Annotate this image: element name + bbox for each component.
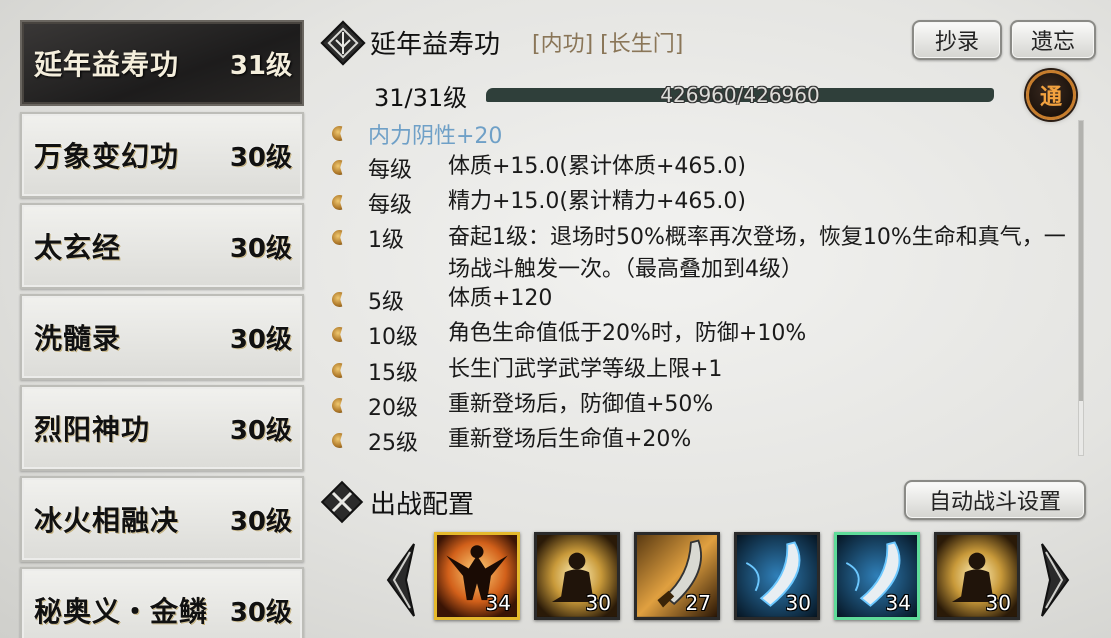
effect-key: 10级: [368, 325, 418, 350]
skill-level: 31级: [229, 50, 292, 81]
exp-bar: 426960/426960: [486, 83, 994, 107]
skill-name: 洗髓录: [34, 322, 122, 355]
forget-button[interactable]: 遗忘: [1010, 20, 1096, 60]
skill-item-4[interactable]: 烈阳神功 30级: [20, 385, 304, 471]
battle-slot-4[interactable]: 34: [834, 532, 920, 620]
skill-name: 秘奥义・金鳞: [34, 595, 209, 628]
copy-button[interactable]: 抄录: [912, 20, 1002, 60]
skill-item-6[interactable]: 秘奥义・金鳞 30级: [20, 567, 304, 638]
arrow-left-icon[interactable]: [380, 540, 420, 620]
effect-key: 25级: [368, 431, 418, 456]
arrow-right-icon[interactable]: [1036, 540, 1076, 620]
slot-count: 34: [885, 591, 911, 615]
battle-slot-3[interactable]: 30: [734, 532, 820, 620]
effect-value: 奋起1级：退场时50%概率再次登场，恢复10%生命和真气，一场战斗触发一次。（最…: [448, 225, 1066, 282]
effects-scrollbar[interactable]: [1078, 120, 1084, 456]
skill-level: 30级: [229, 142, 292, 173]
effect-value: 精力+15.0(累计精力+465.0): [448, 189, 746, 214]
effect-key: 每级: [368, 158, 413, 183]
effect-key: 5级: [368, 290, 404, 315]
battle-slot-0[interactable]: 34: [434, 532, 520, 620]
effect-value: 体质+15.0(累计体质+465.0): [448, 154, 746, 179]
skill-name: 万象变幻功: [34, 140, 180, 173]
skill-item-0[interactable]: 延年益寿功 31级: [20, 20, 304, 106]
battle-slot-5[interactable]: 30: [934, 532, 1020, 620]
effect-value: 角色生命值低于20%时，防御+10%: [448, 321, 807, 346]
skill-level: 30级: [229, 233, 292, 264]
effect-value: 重新登场后，防御值+50%: [448, 392, 714, 417]
effect-key: 20级: [368, 396, 418, 421]
skill-name: 冰火相融决: [34, 504, 180, 537]
slot-count: 30: [585, 591, 611, 615]
battle-slot-2[interactable]: 27: [634, 532, 720, 620]
skill-name: 烈阳神功: [34, 413, 151, 446]
scroll-thumb[interactable]: [1079, 121, 1083, 401]
slot-count: 30: [985, 591, 1011, 615]
skill-level: 30级: [229, 506, 292, 537]
skill-name: 延年益寿功: [34, 48, 180, 81]
level-text: 31/31级: [374, 84, 468, 112]
effect-key: 每级: [368, 193, 413, 218]
effect-key: 1级: [368, 228, 404, 253]
skill-item-2[interactable]: 太玄经 30级: [20, 203, 304, 289]
auto-battle-settings-button[interactable]: 自动战斗设置: [904, 480, 1086, 520]
skill-level: 30级: [229, 324, 292, 355]
slot-count: 30: [785, 591, 811, 615]
slot-count: 27: [685, 591, 711, 615]
crossed-swords-icon: [320, 480, 364, 524]
skill-item-3[interactable]: 洗髓录 30级: [20, 294, 304, 380]
skill-item-1[interactable]: 万象变幻功 30级: [20, 112, 304, 198]
battle-config-title: 出战配置: [370, 490, 475, 520]
effect-key: 内力阴性+20: [368, 124, 503, 149]
skill-item-5[interactable]: 冰火相融决 30级: [20, 476, 304, 562]
diamond-emblem-icon: [320, 20, 366, 66]
skill-list[interactable]: 延年益寿功 31级 万象变幻功 30级 太玄经 30级 洗髓录 30级 烈阳神功…: [18, 18, 306, 638]
skill-level: 30级: [229, 597, 292, 628]
effect-value: 重新登场后生命值+20%: [448, 427, 692, 452]
effect-key: 15级: [368, 361, 418, 386]
effect-value: 长生门武学武学等级上限+1: [448, 357, 723, 382]
exp-text: 426960/426960: [660, 83, 820, 107]
effect-value: 体质+120: [448, 286, 553, 311]
skill-tags: [内功] [长生门]: [532, 32, 684, 57]
skill-level: 30级: [229, 415, 292, 446]
tong-badge[interactable]: 通: [1026, 70, 1076, 120]
skill-title: 延年益寿功: [370, 30, 501, 60]
slot-count: 34: [485, 591, 511, 615]
battle-slot-1[interactable]: 30: [534, 532, 620, 620]
skill-name: 太玄经: [34, 231, 122, 264]
